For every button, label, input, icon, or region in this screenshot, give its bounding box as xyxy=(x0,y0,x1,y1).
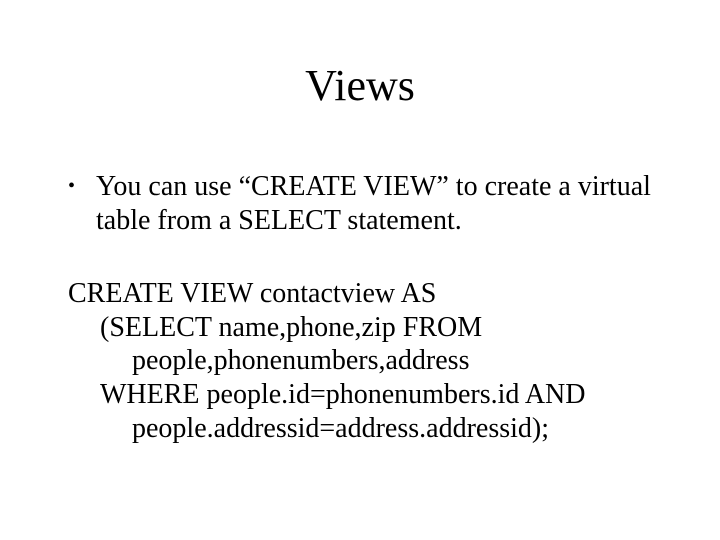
code-line: people,phonenumbers,address xyxy=(68,344,660,378)
code-line: CREATE VIEW contactview AS xyxy=(68,277,660,311)
slide-title: Views xyxy=(0,60,720,111)
code-line: (SELECT name,phone,zip FROM xyxy=(68,311,660,345)
code-line: WHERE people.id=phonenumbers.id AND xyxy=(68,378,660,412)
slide-body: • You can use “CREATE VIEW” to create a … xyxy=(68,170,660,445)
bullet-text: You can use “CREATE VIEW” to create a vi… xyxy=(96,170,660,237)
slide: Views • You can use “CREATE VIEW” to cre… xyxy=(0,0,720,540)
bullet-item: • You can use “CREATE VIEW” to create a … xyxy=(68,170,660,237)
sql-code-block: CREATE VIEW contactview AS (SELECT name,… xyxy=(68,277,660,445)
code-line: people.addressid=address.addressid); xyxy=(68,412,660,446)
bullet-marker-icon: • xyxy=(68,170,96,202)
